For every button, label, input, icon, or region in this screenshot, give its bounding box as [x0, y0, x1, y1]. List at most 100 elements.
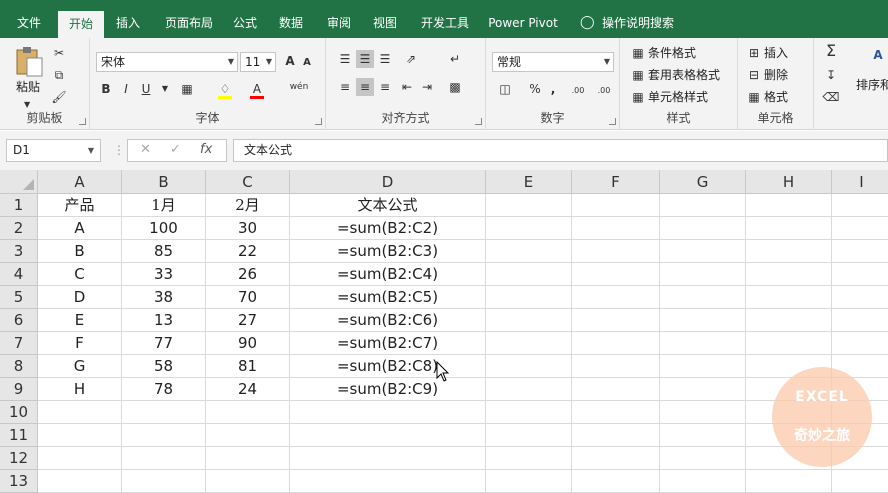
percent-button[interactable]: %	[528, 80, 542, 98]
cell-a9[interactable]: H	[38, 378, 122, 401]
column-header-g[interactable]: G	[660, 170, 746, 194]
cell-a6[interactable]: E	[38, 309, 122, 332]
tab-developer[interactable]: 开发工具	[414, 8, 476, 38]
cell-i1[interactable]	[832, 194, 888, 217]
cell-h4[interactable]	[746, 263, 832, 286]
cell-g2[interactable]	[660, 217, 746, 240]
cell-b3[interactable]: 85	[122, 240, 206, 263]
align-right-icon[interactable]: ≡	[376, 78, 394, 96]
cell-f2[interactable]	[572, 217, 660, 240]
italic-button[interactable]: I	[118, 80, 134, 98]
select-all-button[interactable]	[0, 170, 38, 194]
cell-d11[interactable]	[290, 424, 486, 447]
cell-e10[interactable]	[486, 401, 572, 424]
cell-h1[interactable]	[746, 194, 832, 217]
align-bottom-icon[interactable]: ☰	[376, 50, 394, 68]
cell-f11[interactable]	[572, 424, 660, 447]
fill-down-icon[interactable]: ↧	[822, 66, 840, 84]
cell-e5[interactable]	[486, 286, 572, 309]
cell-c11[interactable]	[206, 424, 290, 447]
format-painter-icon[interactable]: 🖌	[50, 88, 68, 106]
cell-b1[interactable]: 1月	[122, 194, 206, 217]
cell-f7[interactable]	[572, 332, 660, 355]
tab-page-layout[interactable]: 页面布局	[158, 8, 220, 38]
cell-i7[interactable]	[832, 332, 888, 355]
table-format-button[interactable]: 套用表格格式	[648, 66, 720, 84]
column-header-f[interactable]: F	[572, 170, 660, 194]
cell-d8[interactable]: =sum(B2:C8)	[290, 355, 486, 378]
cell-d10[interactable]	[290, 401, 486, 424]
cell-c1[interactable]: 2月	[206, 194, 290, 217]
cell-a12[interactable]	[38, 447, 122, 470]
cell-b13[interactable]	[122, 470, 206, 493]
cell-d12[interactable]	[290, 447, 486, 470]
decrease-decimal-button[interactable]: .00	[592, 82, 616, 100]
cell-f12[interactable]	[572, 447, 660, 470]
cell-a1[interactable]: 产品	[38, 194, 122, 217]
cell-b8[interactable]: 58	[122, 355, 206, 378]
align-top-icon[interactable]: ☰	[336, 50, 354, 68]
cell-g8[interactable]	[660, 355, 746, 378]
cell-c3[interactable]: 22	[206, 240, 290, 263]
copy-icon[interactable]: ⧉	[50, 66, 68, 84]
number-format-combo[interactable]: 常规 ▼	[492, 52, 614, 72]
align-left-icon[interactable]: ≡	[336, 78, 354, 96]
insert-function-button[interactable]: fx	[200, 142, 212, 157]
cell-g1[interactable]	[660, 194, 746, 217]
paste-label[interactable]: 粘贴	[16, 78, 40, 96]
number-launcher-icon[interactable]	[609, 118, 616, 125]
column-header-b[interactable]: B	[122, 170, 206, 194]
column-header-e[interactable]: E	[486, 170, 572, 194]
cell-a3[interactable]: B	[38, 240, 122, 263]
tab-power-pivot[interactable]: Power Pivot	[486, 8, 560, 38]
cell-f8[interactable]	[572, 355, 660, 378]
cell-a8[interactable]: G	[38, 355, 122, 378]
autosum-button[interactable]: Σ	[822, 42, 840, 60]
cell-f5[interactable]	[572, 286, 660, 309]
merge-center-icon[interactable]: ▩	[446, 78, 464, 96]
cell-a11[interactable]	[38, 424, 122, 447]
cell-b11[interactable]	[122, 424, 206, 447]
tab-insert[interactable]: 插入	[108, 8, 148, 38]
cell-c4[interactable]: 26	[206, 263, 290, 286]
cell-d9[interactable]: =sum(B2:C9)	[290, 378, 486, 401]
cell-d1[interactable]: 文本公式	[290, 194, 486, 217]
cell-i5[interactable]	[832, 286, 888, 309]
column-header-c[interactable]: C	[206, 170, 290, 194]
cell-i6[interactable]	[832, 309, 888, 332]
cell-f1[interactable]	[572, 194, 660, 217]
cell-h2[interactable]	[746, 217, 832, 240]
cell-e4[interactable]	[486, 263, 572, 286]
insert-cells-button[interactable]: 插入	[764, 44, 788, 62]
cell-c8[interactable]: 81	[206, 355, 290, 378]
cell-h3[interactable]	[746, 240, 832, 263]
tab-home[interactable]: 开始	[58, 11, 104, 38]
sort-filter-icon[interactable]: A	[868, 46, 888, 64]
cell-f9[interactable]	[572, 378, 660, 401]
cell-g12[interactable]	[660, 447, 746, 470]
font-size-combo[interactable]: 11 ▼	[240, 52, 276, 72]
cell-a4[interactable]: C	[38, 263, 122, 286]
font-launcher-icon[interactable]	[315, 118, 322, 125]
cell-c10[interactable]	[206, 401, 290, 424]
delete-cells-button[interactable]: 删除	[764, 66, 788, 84]
orientation-icon[interactable]: ⇗	[400, 50, 422, 68]
cell-c2[interactable]: 30	[206, 217, 290, 240]
cell-d13[interactable]	[290, 470, 486, 493]
column-header-d[interactable]: D	[290, 170, 486, 194]
paste-icon[interactable]	[14, 46, 44, 78]
cell-a13[interactable]	[38, 470, 122, 493]
cell-b10[interactable]	[122, 401, 206, 424]
alignment-launcher-icon[interactable]	[475, 118, 482, 125]
cell-h7[interactable]	[746, 332, 832, 355]
clipboard-launcher-icon[interactable]	[79, 118, 86, 125]
column-header-i[interactable]: I	[832, 170, 888, 194]
conditional-format-button[interactable]: 条件格式	[648, 44, 696, 62]
bold-button[interactable]: B	[98, 80, 114, 98]
cell-c12[interactable]	[206, 447, 290, 470]
cell-b7[interactable]: 77	[122, 332, 206, 355]
cell-f3[interactable]	[572, 240, 660, 263]
phonetic-button[interactable]: wén	[288, 78, 310, 96]
cell-i13[interactable]	[832, 470, 888, 493]
cell-i2[interactable]	[832, 217, 888, 240]
